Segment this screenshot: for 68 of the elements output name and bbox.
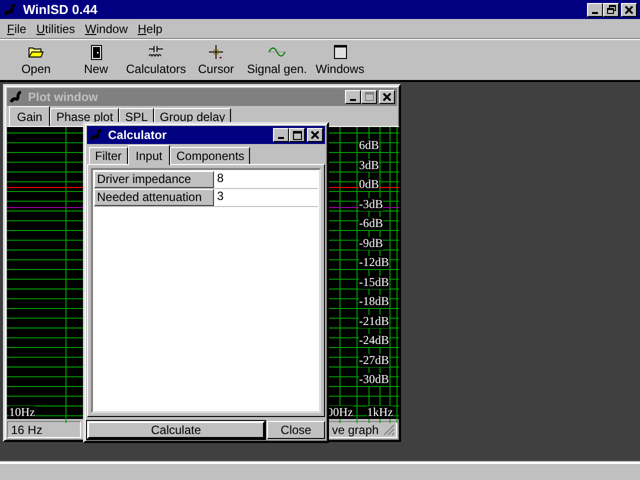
squiggle-icon xyxy=(9,90,23,104)
tab[interactable]: Phase plot xyxy=(50,108,120,126)
tab[interactable]: Gain xyxy=(9,106,50,126)
close-icon xyxy=(625,6,633,14)
input-field[interactable]: 8 xyxy=(214,171,318,188)
close-button[interactable] xyxy=(379,90,395,104)
window-icon xyxy=(334,45,346,59)
maximize-button[interactable] xyxy=(361,90,377,104)
axis-label: -12dB xyxy=(359,256,389,270)
input-field[interactable]: 3 xyxy=(214,189,318,206)
minimize-icon xyxy=(350,98,356,101)
restore-button[interactable] xyxy=(603,2,619,16)
window-title: Plot window xyxy=(28,90,98,104)
menu-item[interactable]: Utilities xyxy=(31,22,80,36)
close-button[interactable] xyxy=(621,2,637,16)
menu-item[interactable]: Window xyxy=(80,22,133,36)
dialog-button[interactable]: Close xyxy=(267,421,325,439)
axis-label: 3dB xyxy=(359,158,380,172)
capacitor-icon xyxy=(148,45,164,59)
toolbar-button[interactable]: Calculators xyxy=(124,40,188,80)
restore-icon xyxy=(606,5,616,14)
resize-grip-icon xyxy=(383,424,395,436)
window-title: WinISD 0.44 xyxy=(23,2,98,17)
folder-icon xyxy=(28,46,44,58)
minimize-button[interactable] xyxy=(587,2,603,16)
tab[interactable]: Components xyxy=(170,147,250,164)
axis-label: -18dB xyxy=(359,295,389,308)
axis-label: -24dB xyxy=(359,334,389,348)
axis-label: -15dB xyxy=(359,276,389,289)
window-title: Calculator xyxy=(108,128,167,142)
toolbar-button[interactable]: Windows xyxy=(310,40,370,80)
field-label: Needed attenuation xyxy=(94,189,214,206)
sine-wave-icon xyxy=(268,47,286,57)
axis-label: -27dB xyxy=(359,354,389,367)
axis-label: -6dB xyxy=(359,217,383,230)
axis-label: 0dB xyxy=(359,178,380,192)
maximize-button[interactable] xyxy=(289,128,305,142)
minimize-button[interactable] xyxy=(273,128,289,142)
menu-item[interactable]: Help xyxy=(132,22,168,36)
tab[interactable]: Filter xyxy=(89,147,128,164)
axis-label: -21dB xyxy=(359,314,389,328)
toolbar-button[interactable]: Open xyxy=(6,40,66,80)
toolbar-button[interactable]: Signal gen. xyxy=(246,40,308,80)
axis-label: 6dB xyxy=(359,139,380,152)
close-icon xyxy=(311,131,319,139)
maximize-icon xyxy=(364,92,374,102)
door-icon xyxy=(90,44,102,60)
axis-label: 10Hz xyxy=(9,406,35,420)
minimize-icon xyxy=(592,12,598,14)
squiggle-icon xyxy=(89,128,103,142)
crosshair-icon xyxy=(208,44,224,60)
toolbar-button[interactable]: New xyxy=(66,40,126,80)
status-panel: 16 Hz xyxy=(7,421,81,438)
close-button[interactable] xyxy=(307,128,323,142)
axis-label: -30dB xyxy=(359,373,389,386)
close-icon xyxy=(383,92,391,101)
field-label: Driver impedance xyxy=(94,171,214,188)
minimize-button[interactable] xyxy=(345,90,361,104)
toolbar-button[interactable]: Cursor xyxy=(186,40,246,80)
axis-label: 1kHz xyxy=(367,406,393,420)
minimize-icon xyxy=(278,137,284,139)
squiggle-icon xyxy=(3,2,17,16)
maximize-icon xyxy=(292,130,302,140)
menu-item[interactable]: File xyxy=(2,22,32,36)
dialog-button[interactable]: Calculate xyxy=(87,421,265,439)
axis-label: -9dB xyxy=(359,236,383,250)
axis-label: -3dB xyxy=(359,198,383,211)
tab[interactable]: Input xyxy=(128,145,170,165)
